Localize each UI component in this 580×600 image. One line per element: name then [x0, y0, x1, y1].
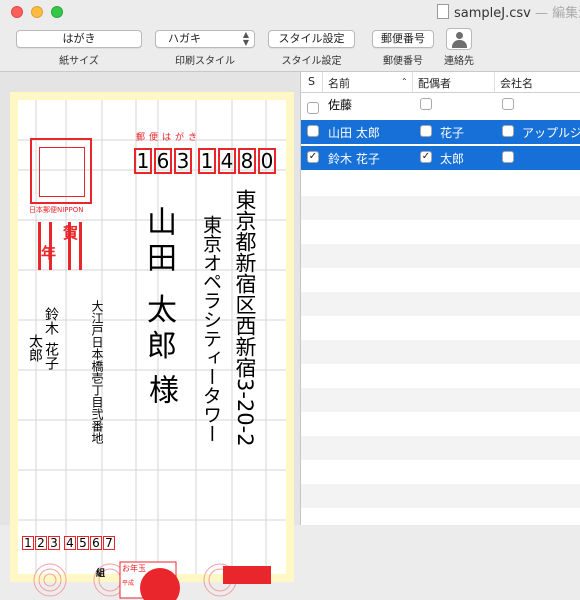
table-row[interactable]: 山田 太郎 花子 アップルジ: [301, 120, 580, 144]
stamp-caption: 日本郵便NIPPON: [29, 206, 84, 214]
print-style-label: 印刷スタイル: [175, 56, 235, 67]
sender-zip-digit: 3: [48, 536, 60, 550]
postcard-header: 郵便はがき: [136, 133, 202, 143]
spouse-checkbox[interactable]: [420, 98, 432, 110]
zip-digit: 6: [154, 148, 172, 174]
nenga-mark-top: 年: [41, 244, 57, 262]
minimize-window-button[interactable]: [31, 6, 43, 18]
column-header-name[interactable]: 名前: [328, 75, 350, 91]
zip-code-button[interactable]: 郵便番号: [372, 30, 434, 48]
company-checkbox[interactable]: [502, 98, 514, 110]
title-bar: sampleJ.csv — 編集済: [0, 0, 580, 22]
paper-size-label: 紙サイズ: [59, 56, 99, 67]
sender-zip-digit: 5: [77, 536, 89, 550]
table-row[interactable]: 佐藤: [301, 94, 580, 118]
sender-name-3: 太郎: [27, 334, 43, 362]
zip-digit: 4: [218, 148, 236, 174]
spouse-cell: 花子: [440, 126, 465, 140]
name-cell: 佐藤: [328, 98, 353, 112]
column-header-spouse[interactable]: 配偶者: [418, 75, 451, 91]
recipient-name: 山田 太郎: [141, 206, 176, 366]
zip-digit: 1: [198, 148, 216, 174]
company-checkbox[interactable]: [502, 125, 514, 137]
name-cell: 鈴木 花子: [328, 152, 380, 166]
person-icon: [456, 32, 463, 39]
lottery-year: 平成: [122, 580, 135, 587]
document-icon: [437, 4, 449, 19]
nenga-mark-bottom: 賀: [63, 224, 79, 242]
column-header-s[interactable]: S: [308, 75, 315, 88]
zoom-window-button[interactable]: [51, 6, 63, 18]
style-settings-label: スタイル設定: [281, 56, 342, 67]
recipient-address-line2: 東京オペラシティータワー: [200, 215, 222, 443]
sender-zip-digit: 4: [64, 536, 76, 550]
zip-digit: 8: [238, 148, 256, 174]
row-checkbox[interactable]: [307, 125, 319, 137]
spouse-checkbox[interactable]: ✓: [420, 151, 432, 163]
sort-ascending-icon: ⌃: [401, 77, 408, 86]
postcard-preview-pane: 日本郵便NIPPON 郵便はがき 1 6 3 1 4 8 0 年 賀 東京都新宿…: [0, 72, 301, 600]
paper-size-field[interactable]: はがき: [16, 30, 142, 48]
sender-zip-digit: 1: [22, 536, 34, 550]
company-cell: アップルジ: [522, 126, 580, 140]
sender-name-2: 花子: [43, 342, 59, 370]
sender-address: 大江戸日本橋壱丁目弐番地: [90, 300, 104, 444]
stamp-box: [30, 138, 92, 204]
toolbar: はがき 紙サイズ ハガキ ▲ ▼ 印刷スタイル スタイル設定 スタイル設定 郵便番…: [0, 22, 580, 70]
print-style-select[interactable]: ハガキ ▲ ▼: [155, 30, 255, 48]
sender-zip-digit: 6: [90, 536, 102, 550]
lottery-area: [33, 561, 271, 600]
company-checkbox[interactable]: [502, 151, 514, 163]
close-window-button[interactable]: [11, 6, 23, 18]
zip-digit: 3: [174, 148, 192, 174]
zip-digit: 0: [258, 148, 276, 174]
recipient-address-line1: 東京都新宿区西新宿3-20-2: [233, 189, 257, 447]
name-cell: 山田 太郎: [328, 126, 380, 140]
column-header-company[interactable]: 会社名: [500, 75, 533, 91]
table-row[interactable]: ✓ 鈴木 花子 ✓ 太郎: [301, 146, 580, 170]
spouse-cell: 太郎: [440, 152, 465, 166]
row-checkbox[interactable]: [307, 102, 319, 114]
sender-zip-digit: 2: [35, 536, 47, 550]
group-label: 組: [96, 569, 106, 579]
window-title: sampleJ.csv — 編集済: [437, 2, 580, 21]
recipient-honorific: 様: [143, 374, 178, 404]
zip-digit: 1: [134, 148, 152, 174]
style-settings-button[interactable]: スタイル設定: [268, 30, 355, 48]
row-checkbox[interactable]: ✓: [307, 151, 319, 163]
lottery-label: お年玉: [122, 564, 146, 573]
sender-name-1: 鈴木: [43, 307, 59, 335]
zip-code-label: 郵便番号: [383, 56, 423, 67]
sender-zip-digit: 7: [103, 536, 115, 550]
address-table: S 名前 ⌃ 配偶者 会社名 佐藤 山田 太郎 花子 アップルジ ✓ 鈴木 花子…: [301, 72, 580, 525]
table-header: S 名前 ⌃ 配偶者 会社名: [301, 72, 580, 93]
postcard: 日本郵便NIPPON 郵便はがき 1 6 3 1 4 8 0 年 賀 東京都新宿…: [10, 92, 294, 600]
contacts-button[interactable]: [446, 28, 472, 50]
select-arrows-icon: ▲ ▼: [242, 30, 249, 47]
spouse-checkbox[interactable]: [420, 125, 432, 137]
contacts-label: 連絡先: [444, 56, 474, 67]
